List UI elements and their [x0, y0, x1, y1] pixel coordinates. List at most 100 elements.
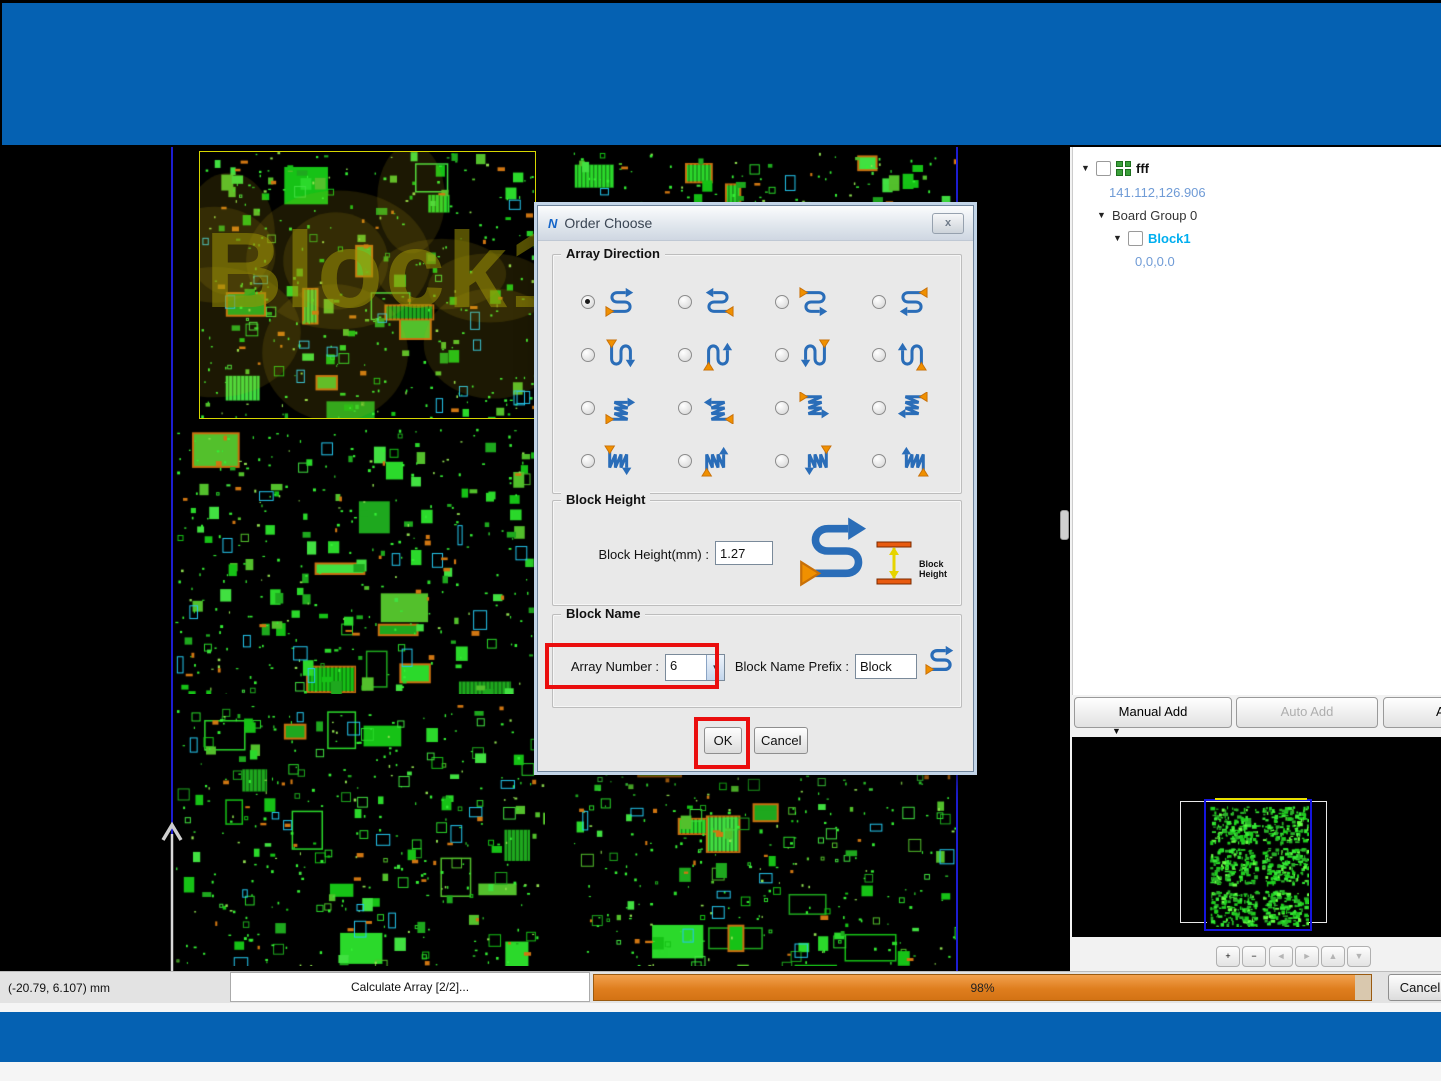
- direction-option-zigzag-down-start-top-right[interactable]: [856, 434, 953, 487]
- minimap-selected-edge: [1215, 798, 1307, 800]
- cancel-button[interactable]: Cancel: [754, 727, 808, 754]
- direction-option-zigzag-down-start-top-left[interactable]: [662, 434, 759, 487]
- chevron-down-icon[interactable]: ▼: [1113, 233, 1123, 243]
- direction-option-zigzag-right-start-bottom-left[interactable]: [565, 381, 662, 434]
- direction-option-zigzag-up-start-bottom-left[interactable]: [565, 434, 662, 487]
- ok-button[interactable]: OK: [704, 727, 742, 754]
- up-arrow-marker: [161, 821, 183, 971]
- progress-percent: 98%: [970, 980, 995, 995]
- direction-option-snake-right-start-bottom-left[interactable]: [565, 275, 662, 328]
- radio-zigzag-down-start-top-right[interactable]: [872, 453, 886, 468]
- radio-zigzag-left-start-bottom-right[interactable]: [678, 400, 692, 415]
- prefix-label: Block Name Prefix :: [734, 659, 849, 674]
- radio-snake-up-start-bottom-left[interactable]: [581, 347, 595, 362]
- radio-zigzag-up-start-bottom-right[interactable]: [775, 453, 789, 468]
- prefix-input[interactable]: [855, 654, 917, 679]
- manual-add-button[interactable]: Manual Add: [1074, 697, 1232, 728]
- apply-button[interactable]: Ap: [1383, 697, 1441, 728]
- checkbox-block1[interactable]: [1128, 230, 1143, 246]
- block-height-group: Block Height Block Height(mm) : Block He…: [552, 492, 962, 606]
- pan-up-button[interactable]: ▲: [1321, 946, 1345, 967]
- tree-root-label: fff: [1136, 160, 1149, 176]
- tree-item-board-group[interactable]: ▼ Board Group 0: [1097, 205, 1197, 225]
- dialog-titlebar[interactable]: N Order Choose: [538, 206, 973, 241]
- radio-zigzag-up-start-bottom-left[interactable]: [581, 453, 595, 468]
- splitter-handle[interactable]: [1060, 510, 1069, 540]
- direction-option-zigzag-up-start-bottom-right[interactable]: [759, 434, 856, 487]
- direction-option-zigzag-left-start-top-right[interactable]: [856, 381, 953, 434]
- chevron-down-icon[interactable]: ▼: [1097, 210, 1107, 220]
- order-choose-dialog: N Order Choose x Array Direction Block H…: [537, 205, 974, 772]
- radio-zigzag-left-start-top-right[interactable]: [872, 400, 886, 415]
- radio-zigzag-down-start-top-left[interactable]: [678, 453, 692, 468]
- radio-snake-left-start-top-right[interactable]: [872, 294, 886, 309]
- pan-right-button[interactable]: ►: [1295, 946, 1319, 967]
- array-number-value: 6: [670, 658, 678, 673]
- array-direction-grid: [565, 275, 953, 487]
- radio-zigzag-right-start-bottom-left[interactable]: [581, 400, 595, 415]
- task-status: Calculate Array [2/2]...: [230, 972, 590, 1002]
- pan-down-button[interactable]: ▼: [1347, 946, 1371, 967]
- tree-item-block1[interactable]: ▼ Block1: [1113, 228, 1191, 248]
- close-icon[interactable]: x: [932, 213, 964, 234]
- chevron-down-icon[interactable]: ▼: [706, 655, 724, 680]
- radio-snake-up-start-bottom-right[interactable]: [775, 347, 789, 362]
- direction-option-snake-left-start-top-right[interactable]: [856, 275, 953, 328]
- cancel-task-button[interactable]: Cancel: [1388, 974, 1441, 1001]
- application-window: Block1 ▼ fff 141.112,126.906 ▼ Board Gro…: [0, 0, 1441, 1081]
- sidebar: ▼ fff 141.112,126.906 ▼ Board Group 0 ▼ …: [1070, 147, 1441, 971]
- array-number-dropdown[interactable]: 6 ▼: [665, 654, 725, 681]
- chevron-down-icon[interactable]: ▼: [1081, 163, 1091, 173]
- block-height-input[interactable]: [715, 541, 773, 565]
- block-height-label: Block Height: [561, 492, 651, 507]
- block-name-label: Block Name: [561, 606, 646, 621]
- array-number-label: Array Number :: [570, 659, 659, 674]
- pcb-board: [175, 428, 545, 694]
- direction-option-snake-down-start-top-left[interactable]: [662, 328, 759, 381]
- diagram-caption: Block Height: [919, 559, 947, 579]
- direction-option-snake-up-start-bottom-left[interactable]: [565, 328, 662, 381]
- array-direction-label: Array Direction: [561, 246, 665, 261]
- radio-snake-down-start-top-right[interactable]: [872, 347, 886, 362]
- direction-option-snake-up-start-bottom-right[interactable]: [759, 328, 856, 381]
- block-height-field-label: Block Height(mm) :: [598, 547, 709, 562]
- tree-block-coords: 0,0,0.0: [1135, 253, 1175, 269]
- auto-add-button[interactable]: Auto Add: [1236, 697, 1378, 728]
- progress-bar: 98%: [593, 974, 1372, 1001]
- taskbar: [0, 1012, 1441, 1062]
- bottom-strip: [0, 1003, 1441, 1012]
- block-height-ibeam-icon: [876, 541, 912, 585]
- pan-left-button[interactable]: ◄: [1269, 946, 1293, 967]
- direction-option-snake-down-start-top-right[interactable]: [856, 328, 953, 381]
- panel-tree: ▼ fff 141.112,126.906 ▼ Board Group 0 ▼ …: [1072, 147, 1441, 695]
- radio-snake-down-start-top-left[interactable]: [678, 347, 692, 362]
- serpentine-diagram-icon: [791, 513, 883, 594]
- zoom-in-button[interactable]: +: [1216, 946, 1240, 967]
- app-icon: N: [548, 215, 558, 231]
- radio-snake-left-start-bottom-right[interactable]: [678, 294, 692, 309]
- status-bar: (-20.79, 6.107) mm Calculate Array [2/2]…: [0, 971, 1441, 1004]
- array-direction-group: Array Direction: [552, 246, 962, 494]
- radio-snake-right-start-top-left[interactable]: [775, 294, 789, 309]
- direction-option-snake-left-start-bottom-right[interactable]: [662, 275, 759, 328]
- zoom-out-button[interactable]: −: [1242, 946, 1266, 967]
- direction-option-zigzag-right-start-top-left[interactable]: [759, 381, 856, 434]
- checkbox-root[interactable]: [1096, 160, 1111, 176]
- serpentine-small-icon: [925, 643, 957, 682]
- radio-zigzag-right-start-top-left[interactable]: [775, 400, 789, 415]
- pcb-board: [175, 704, 545, 966]
- chevron-down-icon[interactable]: ▼: [1112, 726, 1121, 736]
- top-banner: [0, 0, 1441, 147]
- tree-block-label: Block1: [1148, 230, 1191, 246]
- overview-minimap[interactable]: [1072, 737, 1441, 937]
- radio-snake-right-start-bottom-left[interactable]: [581, 294, 595, 309]
- tree-item-root[interactable]: ▼ fff: [1081, 158, 1149, 178]
- minimap-blocks: [1207, 803, 1309, 927]
- direction-option-zigzag-left-start-bottom-right[interactable]: [662, 381, 759, 434]
- tree-root-coords: 141.112,126.906: [1109, 184, 1206, 200]
- block-name-group: Block Name Array Number : 6 ▼ Block Name…: [552, 606, 962, 708]
- tree-group-label: Board Group 0: [1112, 207, 1198, 223]
- direction-option-snake-right-start-top-left[interactable]: [759, 275, 856, 328]
- bottom-strip: [0, 1062, 1441, 1081]
- dialog-title: Order Choose: [564, 215, 653, 231]
